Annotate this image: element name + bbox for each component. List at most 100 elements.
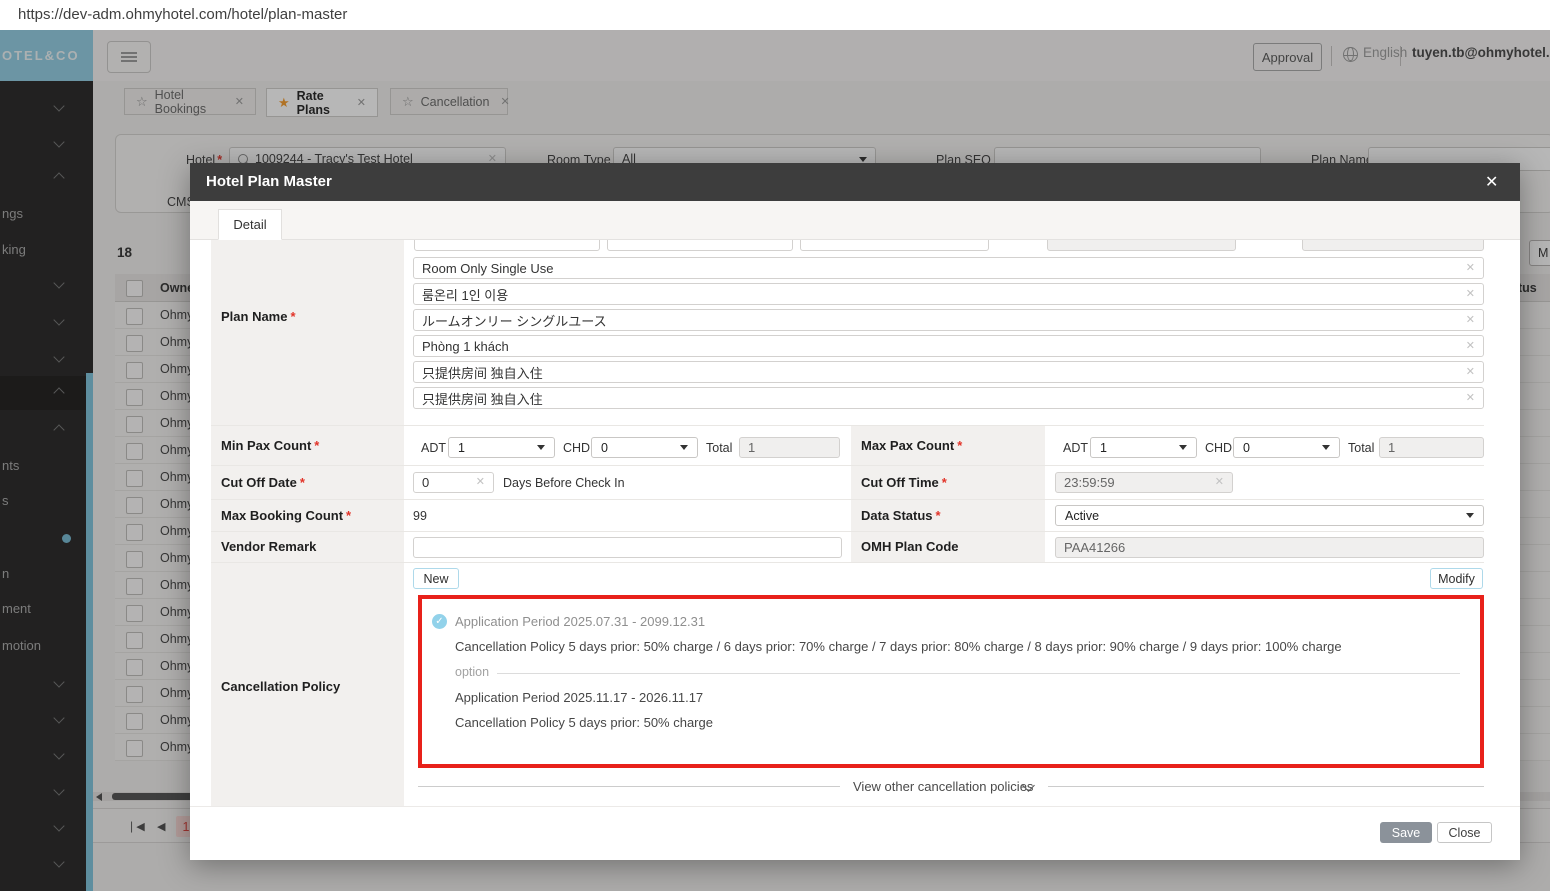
cut-off-date-value: 0 [422, 475, 430, 490]
check-circle-icon: ✓ [432, 614, 447, 629]
min-adt-select[interactable]: 1 [448, 437, 555, 458]
min-adt-value: 1 [458, 440, 465, 455]
cut-off-date-input[interactable]: 0 ✕ [413, 472, 494, 493]
omh-plan-code-label: OMH Plan Code [861, 539, 959, 554]
plan-name-input[interactable]: 只提供房间 独自入住 ✕ [413, 387, 1484, 409]
row-divider [211, 531, 1484, 532]
view-other-policies-link[interactable]: View other cancellation policies [853, 779, 1033, 794]
clear-icon[interactable]: ✕ [476, 477, 485, 488]
row-divider [211, 562, 1484, 563]
policy-detail: Cancellation Policy 5 days prior: 50% ch… [455, 639, 1342, 654]
required-asterisk: * [314, 438, 320, 453]
data-status-value: Active [1065, 508, 1100, 523]
clear-icon[interactable]: ✕ [1466, 392, 1475, 404]
plan-name-value: Phòng 1 khách [422, 338, 509, 354]
option-label: option [455, 665, 490, 679]
max-adt-value: 1 [1100, 440, 1107, 455]
close-button[interactable]: Close [1437, 822, 1492, 843]
required-asterisk: * [957, 438, 963, 453]
row-divider [211, 465, 1484, 466]
clear-icon[interactable]: ✕ [1466, 366, 1475, 378]
selected-policy-highlight[interactable]: ✓ Application Period 2025.07.31 - 2099.1… [418, 595, 1484, 768]
row-divider [211, 425, 1484, 426]
cut-off-date-suffix: Days Before Check In [503, 476, 625, 490]
vendor-remark-label: Vendor Remark [221, 539, 317, 554]
required-asterisk: * [346, 508, 352, 523]
max-total-value: 1 [1388, 440, 1396, 455]
max-total-input: 1 [1379, 437, 1484, 458]
adt-label: ADT [421, 441, 446, 455]
cancellation-policy-label: Cancellation Policy [221, 679, 341, 694]
policy-period: Application Period 2025.07.31 - 2099.12.… [455, 614, 706, 629]
dropdown-caret-icon [680, 445, 688, 450]
max-adt-select[interactable]: 1 [1090, 437, 1197, 458]
view-other-divider [418, 786, 840, 787]
clear-icon[interactable]: ✕ [1466, 288, 1475, 300]
dropdown-caret-icon [1179, 445, 1187, 450]
scrolled-input-row [190, 240, 1520, 252]
browser-url-bar: https://dev-adm.ohmyhotel.com/hotel/plan… [0, 0, 1550, 30]
adt-label: ADT [1063, 441, 1088, 455]
page-url[interactable]: https://dev-adm.ohmyhotel.com/hotel/plan… [18, 6, 347, 23]
option-detail: Cancellation Policy 5 days prior: 50% ch… [455, 715, 713, 730]
option-divider [497, 673, 1460, 674]
modal-header: Hotel Plan Master ✕ [190, 163, 1520, 201]
clear-icon[interactable]: ✕ [1466, 314, 1475, 326]
clear-icon[interactable]: ✕ [1215, 477, 1224, 488]
plan-name-label: Plan Name * [221, 309, 296, 324]
modal-footer: Save Close [190, 806, 1520, 860]
plan-name-input[interactable]: 只提供房间 独自入住 ✕ [413, 361, 1484, 383]
max-chd-select[interactable]: 0 [1233, 437, 1340, 458]
required-asterisk: * [290, 309, 296, 324]
partial-input[interactable] [607, 240, 793, 251]
new-policy-button[interactable]: New [413, 568, 459, 589]
cut-off-date-label: Cut Off Date * [221, 475, 305, 490]
max-chd-value: 0 [1243, 440, 1250, 455]
partial-input-disabled [1047, 240, 1236, 251]
plan-name-value: 只提供房间 独自入住 [422, 365, 543, 381]
required-asterisk: * [935, 508, 941, 523]
plan-name-input[interactable]: ルームオンリー シングルユース ✕ [413, 309, 1484, 331]
plan-name-value: Room Only Single Use [422, 260, 554, 276]
dropdown-caret-icon [1466, 513, 1474, 518]
plan-name-input[interactable]: Room Only Single Use ✕ [413, 257, 1484, 279]
vendor-remark-input[interactable] [413, 537, 842, 558]
chd-label: CHD [563, 441, 591, 455]
required-asterisk: * [299, 475, 305, 490]
tab-detail[interactable]: Detail [218, 209, 282, 240]
cut-off-time-label: Cut Off Time * [861, 475, 947, 490]
partial-input[interactable] [414, 240, 600, 251]
min-pax-label: Min Pax Count * [221, 438, 320, 453]
plan-name-value: 룸온리 1인 이용 [422, 287, 509, 303]
partial-input-disabled [1302, 240, 1484, 251]
min-chd-select[interactable]: 0 [591, 437, 698, 458]
max-pax-label: Max Pax Count * [861, 438, 963, 453]
data-status-select[interactable]: Active [1055, 505, 1484, 526]
total-label: Total [1348, 441, 1375, 455]
plan-name-input[interactable]: Phòng 1 khách ✕ [413, 335, 1484, 357]
min-total-value: 1 [748, 440, 756, 455]
min-total-input: 1 [739, 437, 840, 458]
clear-icon[interactable]: ✕ [1466, 262, 1475, 274]
left-label-column [211, 240, 404, 806]
modal-tab-strip [190, 201, 1520, 240]
max-booking-value: 99 [413, 509, 427, 523]
required-asterisk: * [941, 475, 947, 490]
modify-policy-button[interactable]: Modify [1430, 568, 1483, 589]
omh-plan-code-input: PAA41266 [1055, 537, 1484, 558]
omh-plan-code-value: PAA41266 [1064, 540, 1126, 555]
clear-icon[interactable]: ✕ [1466, 340, 1475, 352]
partial-input[interactable] [800, 240, 989, 251]
modal-body: Plan Name * Room Only Single Use ✕ 룸온리 1인 이… [190, 240, 1520, 806]
total-label: Total [706, 441, 733, 455]
save-button[interactable]: Save [1380, 822, 1432, 843]
modal-title: Hotel Plan Master [206, 173, 332, 190]
dropdown-caret-icon [537, 445, 545, 450]
chd-label: CHD [1205, 441, 1233, 455]
plan-name-input[interactable]: 룸온리 1인 이용 ✕ [413, 283, 1484, 305]
plan-name-value: 只提供房间 独自入住 [422, 391, 543, 407]
hotel-plan-master-modal: Hotel Plan Master ✕ Detail Plan Name * Ro… [190, 163, 1520, 860]
data-status-label: Data Status * [861, 508, 941, 523]
cut-off-time-input[interactable]: 23:59:59 ✕ [1055, 472, 1233, 493]
modal-close-icon[interactable]: ✕ [1485, 172, 1498, 192]
